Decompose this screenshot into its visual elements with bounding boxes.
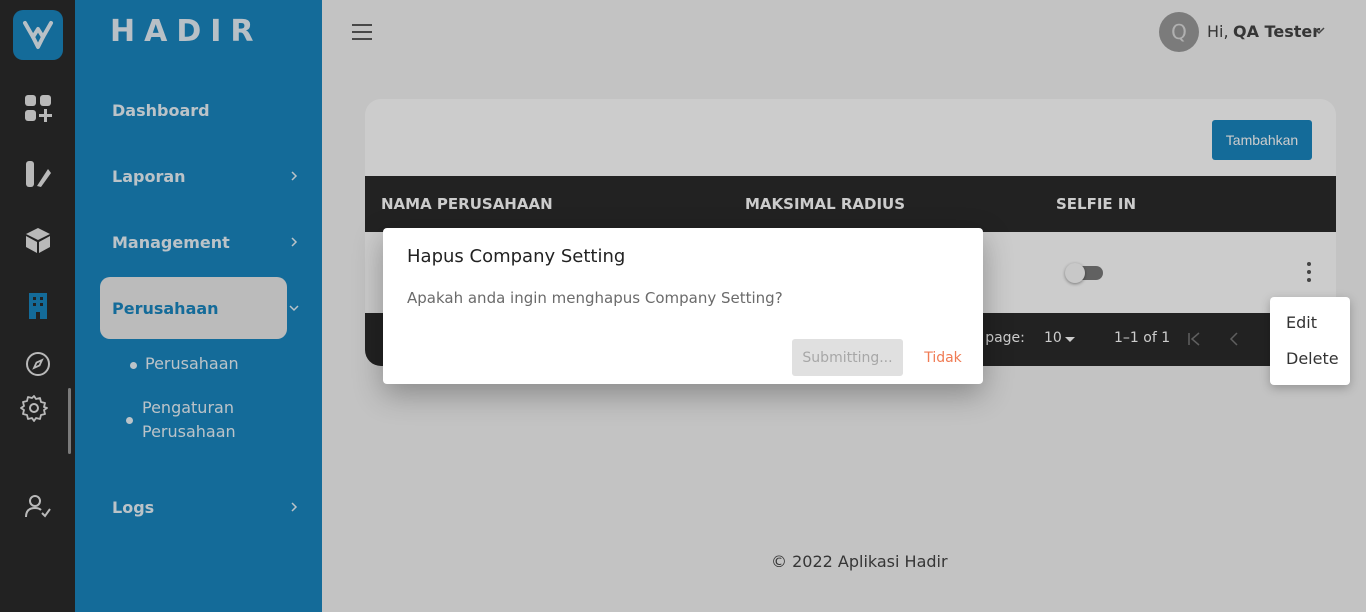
delete-confirm-dialog: Hapus Company Setting Apakah anda ingin … bbox=[383, 228, 983, 384]
dialog-title: Hapus Company Setting bbox=[407, 246, 626, 267]
menu-item-edit[interactable]: Edit bbox=[1286, 313, 1317, 332]
cancel-button[interactable]: Tidak bbox=[915, 339, 971, 376]
submit-button[interactable]: Submitting... bbox=[792, 339, 903, 376]
menu-item-delete[interactable]: Delete bbox=[1286, 349, 1339, 368]
row-actions-menu: Edit Delete bbox=[1270, 297, 1350, 385]
dialog-message: Apakah anda ingin menghapus Company Sett… bbox=[407, 289, 783, 307]
